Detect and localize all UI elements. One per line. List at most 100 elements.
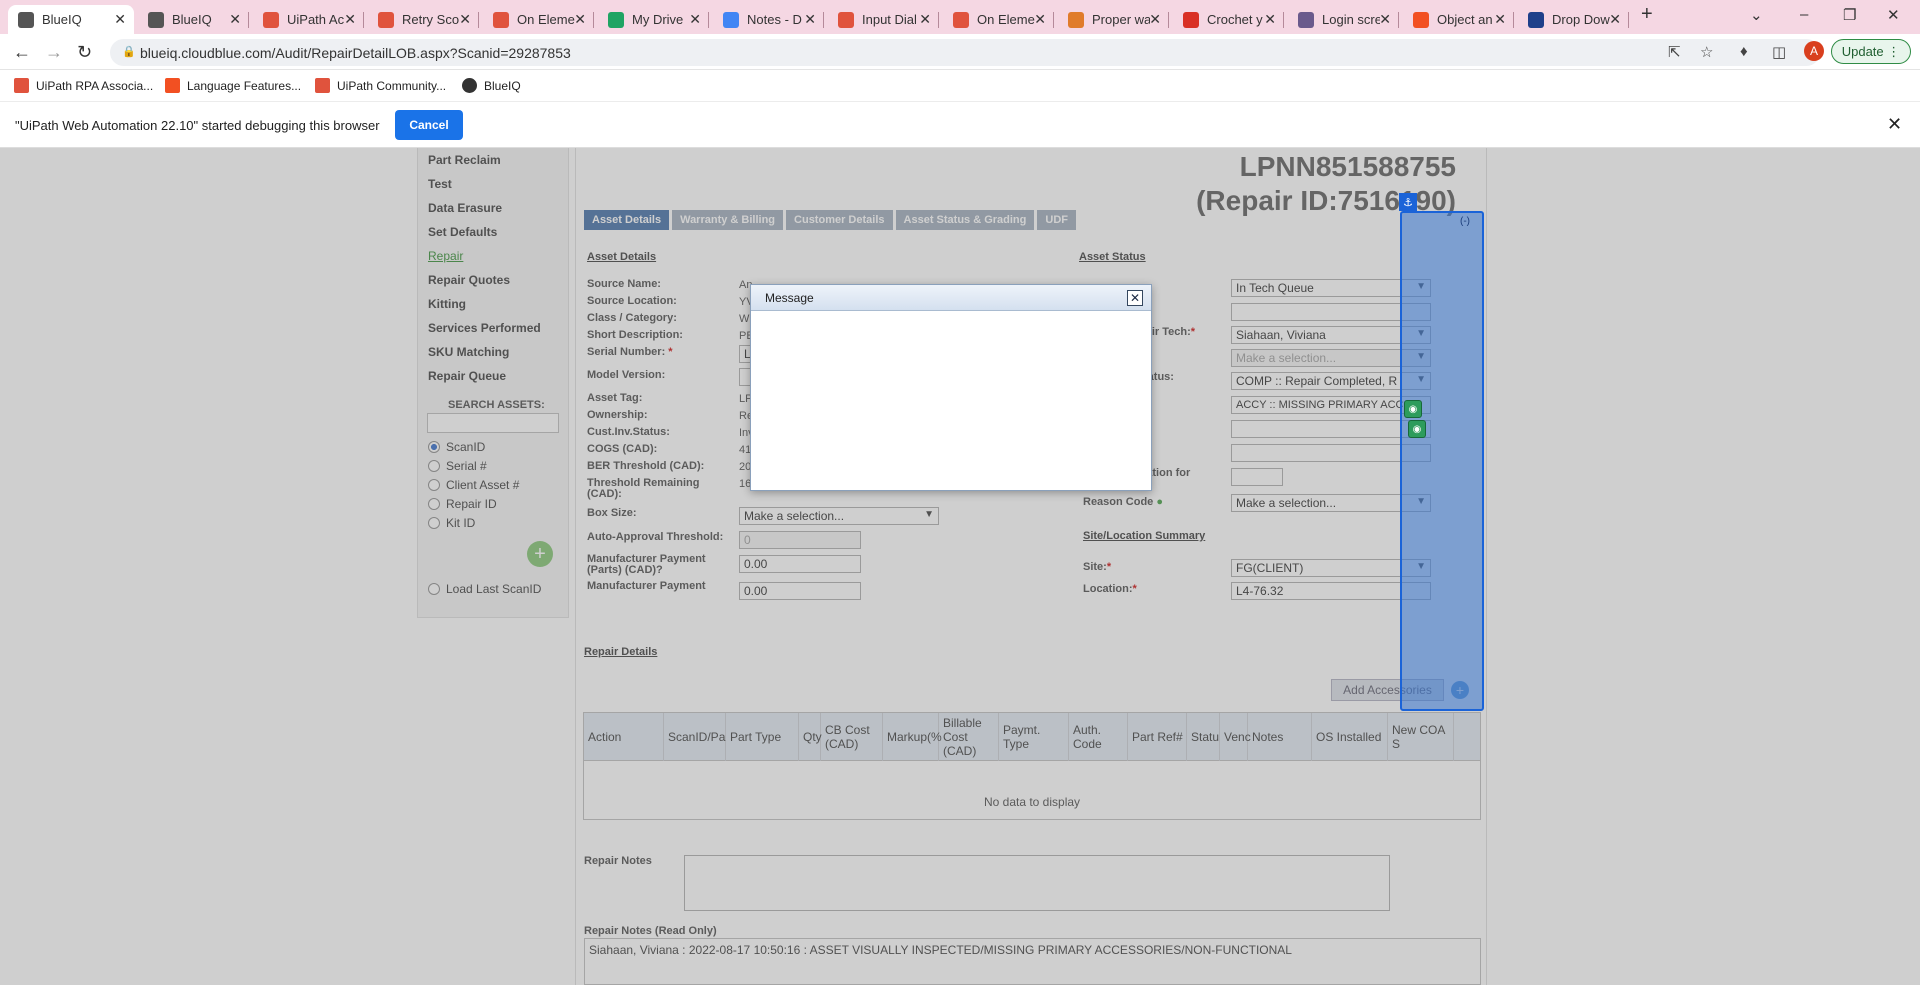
- debug-infobar: "UiPath Web Automation 22.10" started de…: [0, 102, 1920, 148]
- microsoft-icon: [165, 78, 180, 93]
- browser-tab[interactable]: Object an ✕: [1403, 5, 1514, 34]
- close-tab-icon[interactable]: ✕: [574, 11, 586, 28]
- bookmark-label: UiPath RPA Associa...: [36, 78, 154, 93]
- chevron-down-icon[interactable]: ⌄: [1750, 6, 1763, 24]
- bookmark-item[interactable]: Language Features...: [165, 78, 301, 93]
- tab-label: Retry Scop: [402, 12, 460, 27]
- tab-label: Object an: [1437, 12, 1493, 27]
- forward-icon[interactable]: →: [45, 42, 63, 63]
- url-input[interactable]: 🔒 blueiq.cloudblue.com/Audit/RepairDetai…: [110, 39, 1820, 66]
- close-tab-icon[interactable]: ✕: [459, 11, 471, 28]
- close-tab-icon[interactable]: ✕: [1034, 11, 1046, 28]
- plex-icon: [1298, 11, 1314, 28]
- tab-separator: [1513, 12, 1514, 28]
- browser-tab[interactable]: Login scre ✕: [1288, 5, 1399, 34]
- restore-icon[interactable]: ❐: [1843, 6, 1856, 24]
- reload-icon[interactable]: ↻: [77, 42, 92, 63]
- gmail-icon: [1183, 11, 1199, 28]
- browser-tab[interactable]: Retry Scop ✕: [368, 5, 479, 34]
- tab-label: Drop Dow: [1552, 12, 1610, 27]
- tab-label: Input Dial: [862, 12, 917, 27]
- tab-separator: [1053, 12, 1054, 28]
- close-tab-icon[interactable]: ✕: [1494, 11, 1506, 28]
- browser-tab[interactable]: Notes - D ✕: [713, 5, 824, 34]
- close-window-icon[interactable]: ✕: [1887, 6, 1900, 24]
- tab-separator: [363, 12, 364, 28]
- browser-tab-strip: BlueIQ ✕ BlueIQ ✕ UiPath Ac ✕ Retry Scop ✕ On El…: [0, 0, 1920, 34]
- close-tab-icon[interactable]: ✕: [344, 11, 356, 28]
- globe-icon: [148, 11, 164, 28]
- target-icon[interactable]: ◉: [1404, 400, 1422, 418]
- close-tab-icon[interactable]: ✕: [229, 11, 241, 28]
- uipath-icon: [493, 11, 509, 28]
- tab-separator: [1628, 12, 1629, 28]
- globe-icon: [18, 11, 34, 28]
- dialog-title: Message: [765, 291, 814, 305]
- globe-icon: [462, 78, 477, 93]
- bookmark-item[interactable]: BlueIQ: [462, 78, 521, 93]
- tab-label: On Eleme: [977, 12, 1035, 27]
- tab-separator: [1168, 12, 1169, 28]
- message-dialog: Message ✕: [750, 284, 1152, 491]
- tab-separator: [1283, 12, 1284, 28]
- uipath-icon: [838, 11, 854, 28]
- bookmark-icon: [1528, 11, 1544, 28]
- cancel-debug-button[interactable]: Cancel: [395, 110, 463, 140]
- bookmark-label: Language Features...: [187, 78, 302, 93]
- browser-tab[interactable]: On Eleme ✕: [943, 5, 1054, 34]
- browser-tab[interactable]: Proper wa ✕: [1058, 5, 1169, 34]
- close-tab-icon[interactable]: ✕: [804, 11, 816, 28]
- tab-label: Proper wa: [1092, 12, 1150, 27]
- bookmark-item[interactable]: UiPath Community...: [315, 78, 446, 93]
- tab-separator: [708, 12, 709, 28]
- docs-icon: [723, 11, 739, 28]
- close-tab-icon[interactable]: ✕: [689, 11, 701, 28]
- java-icon: [1068, 11, 1084, 28]
- new-tab-icon[interactable]: +: [1641, 3, 1653, 26]
- bookmark-label: UiPath Community...: [337, 78, 447, 93]
- bookmark-item[interactable]: UiPath RPA Associa...: [14, 78, 153, 93]
- close-infobar-icon[interactable]: ✕: [1887, 114, 1902, 135]
- modal-overlay: [0, 148, 1920, 985]
- minimize-icon[interactable]: –: [1800, 6, 1808, 23]
- close-tab-icon[interactable]: ✕: [114, 11, 126, 28]
- star-icon[interactable]: ☆: [1700, 43, 1713, 61]
- share-icon[interactable]: ⇱: [1668, 43, 1681, 61]
- uipath-icon: [263, 11, 279, 28]
- tab-separator: [478, 12, 479, 28]
- debug-message: "UiPath Web Automation 22.10" started de…: [15, 118, 380, 133]
- tab-separator: [593, 12, 594, 28]
- tab-label: BlueIQ: [42, 12, 82, 27]
- browser-tab[interactable]: On Eleme ✕: [483, 5, 594, 34]
- browser-tab[interactable]: Drop Dow ✕: [1518, 5, 1629, 34]
- browser-tab[interactable]: UiPath Ac ✕: [253, 5, 364, 34]
- update-label: Update: [1841, 44, 1884, 59]
- close-tab-icon[interactable]: ✕: [1609, 11, 1621, 28]
- close-tab-icon[interactable]: ✕: [1149, 11, 1161, 28]
- close-icon[interactable]: ✕: [1127, 290, 1143, 306]
- browser-tab[interactable]: Input Dial ✕: [828, 5, 939, 34]
- extensions-icon[interactable]: ♦: [1740, 43, 1748, 60]
- back-icon[interactable]: ←: [13, 42, 31, 63]
- profile-avatar[interactable]: A: [1804, 41, 1824, 61]
- browser-tab[interactable]: Crochet y ✕: [1173, 5, 1284, 34]
- drive-icon: [608, 11, 624, 28]
- selector-label: (-): [1460, 216, 1470, 227]
- tab-separator: [823, 12, 824, 28]
- browser-tab[interactable]: BlueIQ ✕: [138, 5, 249, 34]
- tab-separator: [1398, 12, 1399, 28]
- tab-label: Login scre: [1322, 12, 1380, 27]
- close-tab-icon[interactable]: ✕: [1379, 11, 1391, 28]
- anchor-icon[interactable]: ⚓: [1399, 193, 1417, 211]
- tab-separator: [248, 12, 249, 28]
- update-button[interactable]: Update ⋮: [1831, 39, 1911, 64]
- tab-label: My Drive: [632, 12, 684, 27]
- close-tab-icon[interactable]: ✕: [919, 11, 931, 28]
- close-tab-icon[interactable]: ✕: [1264, 11, 1276, 28]
- side-panel-icon[interactable]: ◫: [1772, 43, 1786, 61]
- browser-tab[interactable]: My Drive ✕: [598, 5, 709, 34]
- bookmarks-bar: UiPath RPA Associa... Language Features..…: [0, 70, 1920, 102]
- target-icon[interactable]: ◉: [1408, 420, 1426, 438]
- uipath-icon: [378, 11, 394, 28]
- browser-tab[interactable]: BlueIQ ✕: [8, 5, 134, 34]
